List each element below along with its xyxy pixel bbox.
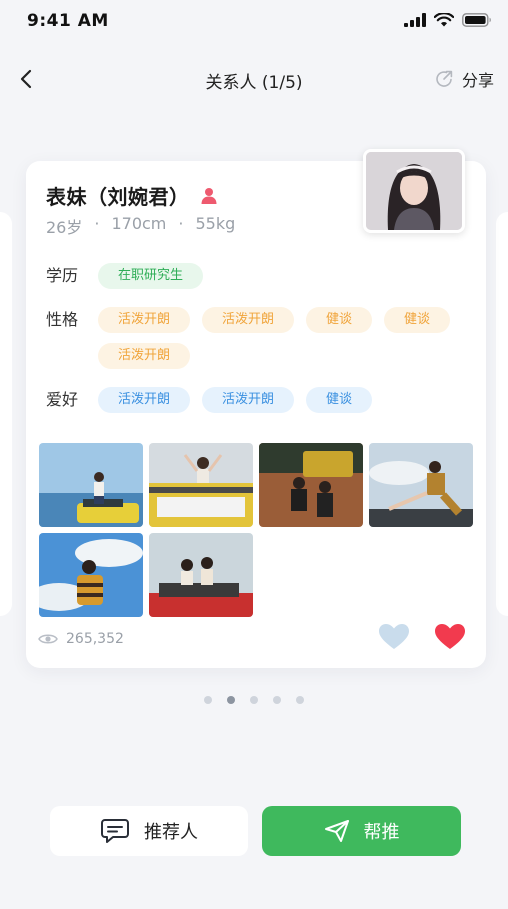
profile-meta: 26岁 · 170cm · 55kg	[46, 214, 235, 238]
send-icon	[324, 820, 349, 842]
hobby-tag: 活泼开朗	[98, 387, 191, 413]
heart-outline-icon[interactable]	[378, 623, 410, 651]
personality-tag: 活泼开朗	[98, 307, 191, 333]
education-tag: 在职研究生	[98, 263, 204, 289]
page-dot[interactable]	[204, 696, 212, 704]
share-icon	[436, 70, 453, 87]
chat-bubble-icon	[101, 819, 129, 843]
photo-image	[149, 533, 253, 617]
page-indicator	[0, 696, 508, 704]
hobbies-label: 爱好	[46, 390, 79, 409]
hobby-tag: 健谈	[306, 387, 373, 413]
eye-icon	[38, 634, 58, 644]
battery-icon	[462, 13, 491, 27]
cellular-signal-icon	[404, 13, 426, 27]
page-dot[interactable]	[273, 696, 281, 704]
meta-separator: ·	[94, 214, 100, 233]
personality-label: 性格	[46, 310, 79, 329]
hobbies-tags: 活泼开朗 活泼开朗 健谈	[98, 387, 478, 413]
meta-separator: ·	[178, 214, 184, 233]
personality-tag: 健谈	[306, 307, 373, 333]
photo-image	[149, 443, 253, 527]
photo-image	[369, 443, 473, 527]
status-icons	[404, 13, 492, 27]
reaction-buttons	[378, 623, 466, 651]
photo-thumbnail[interactable]	[149, 533, 253, 617]
photo-thumbnail[interactable]	[149, 443, 253, 527]
recommender-button[interactable]: 推荐人	[50, 806, 248, 856]
personality-tags: 活泼开朗 活泼开朗 健谈 健谈 活泼开朗	[98, 307, 478, 369]
profile-card: 表妹（刘婉君） 26岁 · 170cm · 55kg 学历 在职研究生 性格 活…	[26, 149, 486, 668]
avatar-photo	[366, 152, 462, 230]
view-count: 265,352	[66, 631, 124, 647]
page-dot-active[interactable]	[227, 696, 235, 704]
page-dot[interactable]	[250, 696, 258, 704]
education-label: 学历	[46, 266, 79, 285]
photo-image	[259, 443, 363, 527]
wifi-icon	[434, 13, 454, 27]
help-push-label: 帮推	[363, 822, 400, 843]
hobbies-row: 爱好 活泼开朗 活泼开朗 健谈	[46, 387, 478, 413]
photo-thumbnail[interactable]	[39, 533, 143, 617]
education-row: 学历 在职研究生	[46, 263, 478, 289]
nav-bar: 关系人 (1/5) 分享	[0, 55, 508, 103]
photo-thumbnail[interactable]	[39, 443, 143, 527]
photo-thumbnail[interactable]	[369, 443, 473, 527]
view-count-row: 265,352	[38, 631, 124, 647]
hobby-tag: 活泼开朗	[202, 387, 295, 413]
share-button[interactable]: 分享	[434, 67, 494, 91]
photo-image	[39, 443, 143, 527]
personality-tag: 健谈	[384, 307, 451, 333]
photo-image	[39, 533, 143, 617]
personality-tag: 活泼开朗	[202, 307, 295, 333]
profile-avatar[interactable]	[363, 149, 465, 233]
profile-age: 26岁	[46, 218, 83, 237]
female-person-icon	[201, 187, 216, 204]
status-time: 9:41 AM	[27, 11, 109, 31]
profile-name-row: 表妹（刘婉君）	[46, 181, 218, 210]
status-bar: 9:41 AM	[0, 0, 508, 44]
photo-grid	[39, 443, 473, 617]
page-title: 关系人 (1/5)	[205, 73, 303, 93]
page-dot[interactable]	[296, 696, 304, 704]
profile-name: 表妹（刘婉君）	[46, 185, 190, 209]
heart-filled-icon[interactable]	[434, 623, 466, 651]
personality-tag: 活泼开朗	[98, 343, 191, 369]
share-label: 分享	[461, 71, 494, 90]
profile-weight: 55kg	[195, 214, 236, 233]
next-card-peek[interactable]	[496, 212, 508, 616]
recommender-label: 推荐人	[144, 822, 198, 843]
education-tags: 在职研究生	[98, 263, 478, 289]
help-push-button[interactable]: 帮推	[262, 806, 461, 856]
previous-card-peek[interactable]	[0, 212, 12, 616]
photo-thumbnail[interactable]	[259, 443, 363, 527]
profile-height: 170cm	[111, 214, 167, 233]
personality-row: 性格 活泼开朗 活泼开朗 健谈 健谈 活泼开朗	[46, 307, 478, 369]
